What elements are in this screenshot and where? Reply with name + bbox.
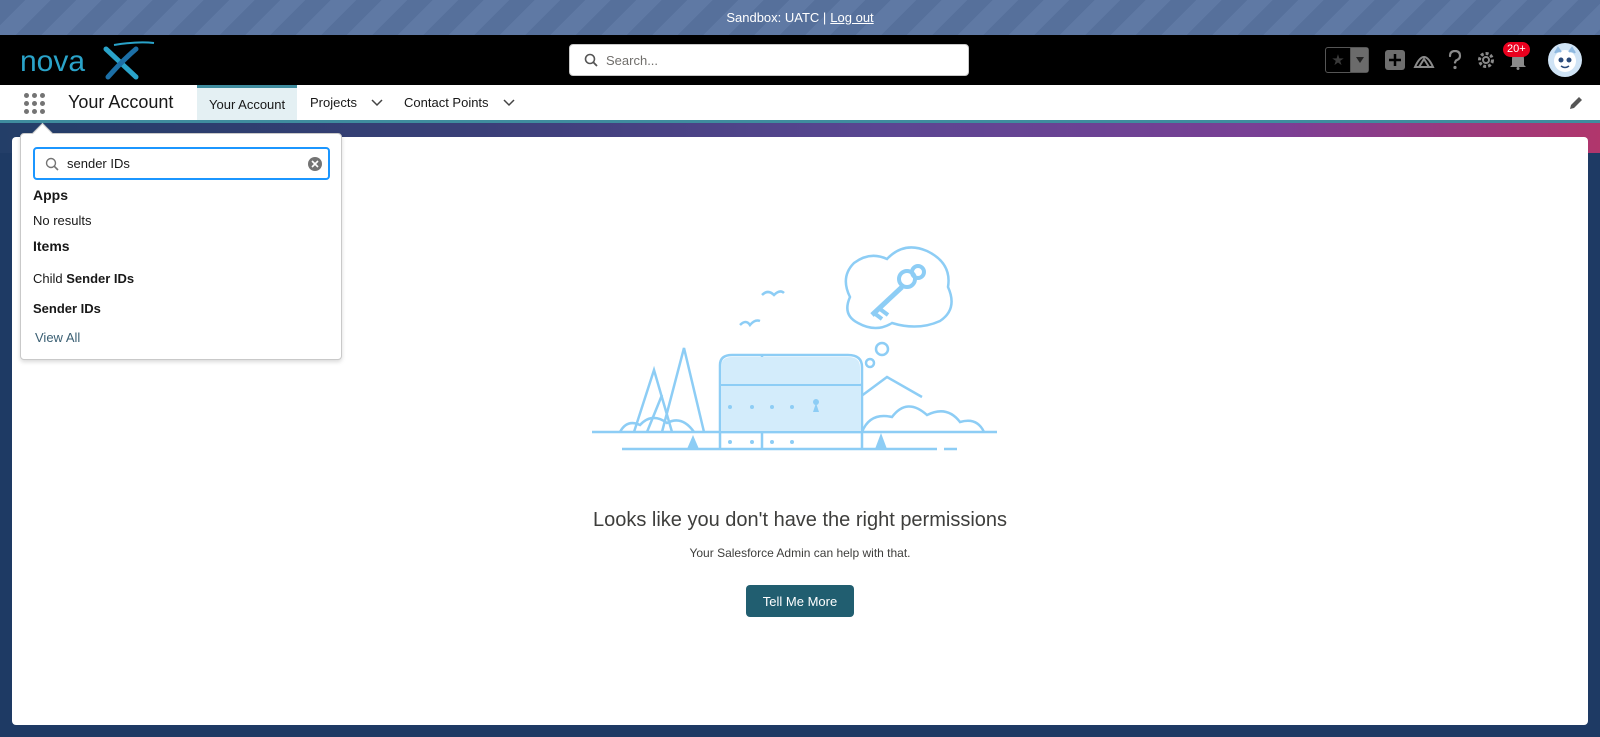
clear-icon[interactable]	[308, 157, 322, 171]
tab-your-account[interactable]: Your Account	[197, 85, 298, 120]
plus-box-icon	[1385, 50, 1405, 70]
view-all-link[interactable]: View All	[35, 330, 80, 345]
dot-icon	[40, 93, 45, 98]
result-sender-ids[interactable]: Sender IDs	[33, 301, 101, 316]
close-icon	[311, 160, 319, 168]
navigation-bar: Your Account Your Account Projects Conta…	[0, 85, 1600, 123]
trailhead-icon	[1413, 56, 1435, 68]
dot-icon	[32, 93, 37, 98]
result-match: Sender IDs	[33, 301, 101, 316]
setup-button[interactable]	[1474, 48, 1498, 72]
tell-me-more-button[interactable]: Tell Me More	[746, 585, 854, 617]
svg-text:nova: nova	[20, 45, 85, 78]
dot-icon	[24, 101, 29, 106]
global-header: nova Search... ★ 20+	[0, 35, 1600, 85]
tab-projects[interactable]: Projects	[298, 85, 395, 120]
sandbox-label: Sandbox: UATC |	[726, 10, 827, 25]
tab-contact-points[interactable]: Contact Points	[392, 85, 527, 120]
dot-icon	[40, 101, 45, 106]
tab-label: Your Account	[209, 96, 286, 112]
app-launcher-button[interactable]	[24, 93, 46, 115]
search-placeholder: Search...	[606, 52, 659, 68]
permissions-subtitle: Your Salesforce Admin can help with that…	[689, 546, 911, 560]
gear-icon	[1478, 52, 1494, 68]
tab-label: Contact Points	[404, 95, 489, 110]
dot-icon	[40, 109, 45, 114]
chevron-down-icon[interactable]	[503, 98, 515, 107]
apps-no-results: No results	[33, 213, 92, 228]
dot-icon	[24, 109, 29, 114]
app-name: Your Account	[68, 92, 174, 112]
chevron-down-icon[interactable]	[371, 98, 383, 107]
user-avatar[interactable]	[1548, 43, 1582, 77]
novax-logo[interactable]: nova	[18, 39, 158, 81]
edit-nav-pencil-icon[interactable]	[1568, 95, 1584, 111]
search-icon	[584, 53, 598, 67]
logout-link[interactable]: Log out	[830, 10, 873, 25]
dot-icon	[24, 93, 29, 98]
search-icon	[45, 157, 59, 171]
dot-icon	[32, 101, 37, 106]
result-prefix: Child	[33, 271, 67, 286]
favorites-dropdown[interactable]	[1350, 48, 1368, 72]
favorites-button[interactable]: ★	[1325, 47, 1369, 73]
result-match: Sender IDs	[66, 271, 135, 286]
global-search-input[interactable]: Search...	[569, 44, 969, 76]
star-icon[interactable]: ★	[1326, 48, 1350, 72]
apps-heading: Apps	[33, 187, 68, 203]
astro-avatar-icon	[1554, 46, 1576, 72]
sandbox-banner: Sandbox: UATC | Log out	[0, 0, 1600, 35]
tab-label: Projects	[310, 95, 357, 110]
result-child-sender-ids[interactable]: Child Sender IDs	[33, 271, 134, 286]
items-heading: Items	[33, 238, 70, 254]
treasure-chest-illustration	[592, 246, 997, 451]
app-launcher-dropdown: sender IDs Apps No results Items Child S…	[20, 133, 342, 360]
trailhead-button[interactable]	[1412, 48, 1436, 72]
notification-badge: 20+	[1503, 42, 1530, 57]
dot-icon	[32, 109, 37, 114]
permissions-title: Looks like you don't have the right perm…	[592, 509, 1008, 531]
search-value: sender IDs	[67, 156, 130, 171]
help-button[interactable]	[1443, 48, 1467, 72]
caret-down-icon	[1355, 57, 1364, 63]
question-icon	[1448, 50, 1462, 70]
app-launcher-search-input[interactable]: sender IDs	[33, 147, 330, 180]
global-actions-button[interactable]	[1383, 48, 1407, 72]
